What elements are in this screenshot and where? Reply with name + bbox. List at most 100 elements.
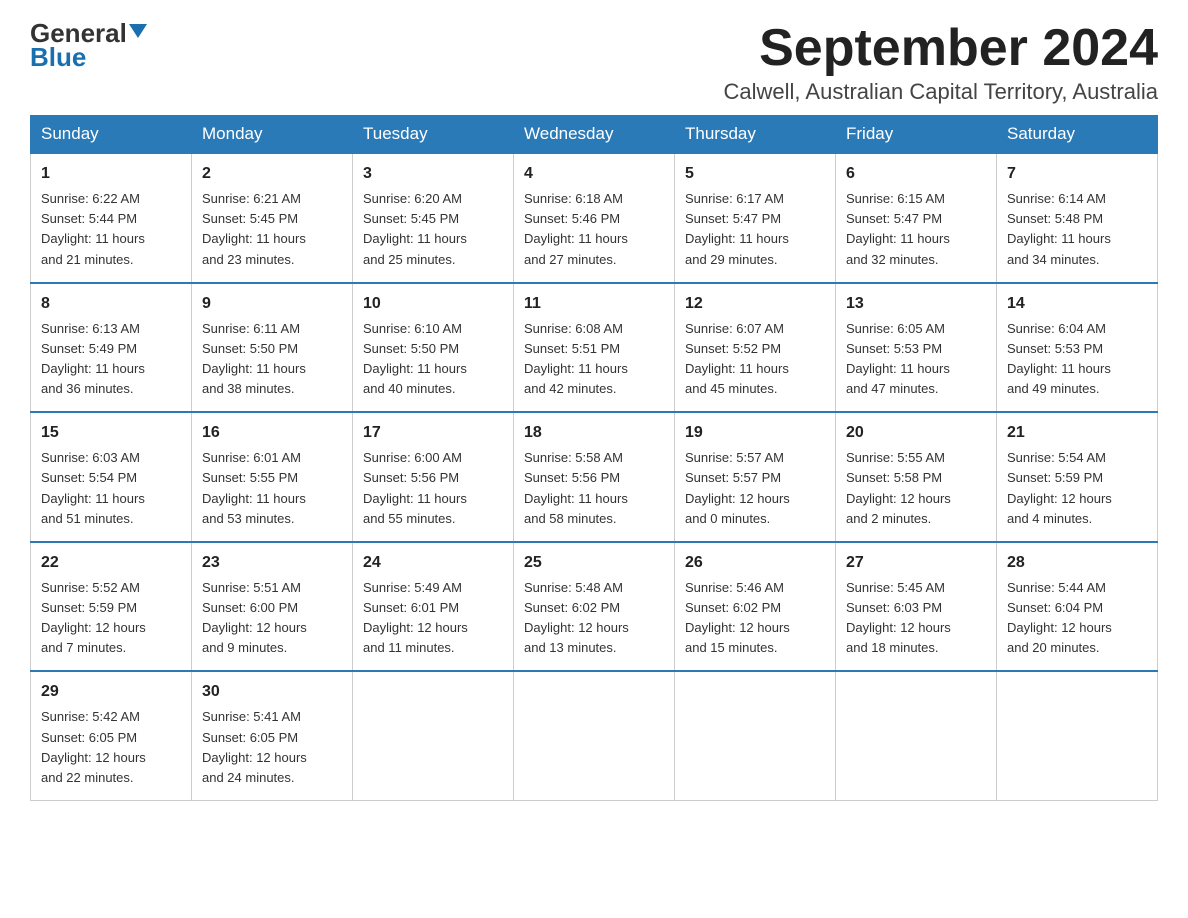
day-info: Sunrise: 6:17 AMSunset: 5:47 PMDaylight:… xyxy=(685,189,825,270)
table-row: 29 Sunrise: 5:42 AMSunset: 6:05 PMDaylig… xyxy=(31,671,192,800)
calendar-week-row: 15 Sunrise: 6:03 AMSunset: 5:54 PMDaylig… xyxy=(31,412,1158,542)
table-row: 17 Sunrise: 6:00 AMSunset: 5:56 PMDaylig… xyxy=(353,412,514,542)
page-subtitle: Calwell, Australian Capital Territory, A… xyxy=(724,79,1158,105)
day-info: Sunrise: 5:44 AMSunset: 6:04 PMDaylight:… xyxy=(1007,578,1147,659)
header-thursday: Thursday xyxy=(675,116,836,154)
day-number: 30 xyxy=(202,680,342,704)
day-number: 26 xyxy=(685,551,825,575)
table-row: 25 Sunrise: 5:48 AMSunset: 6:02 PMDaylig… xyxy=(514,542,675,672)
day-info: Sunrise: 6:05 AMSunset: 5:53 PMDaylight:… xyxy=(846,319,986,400)
table-row: 11 Sunrise: 6:08 AMSunset: 5:51 PMDaylig… xyxy=(514,283,675,413)
table-row: 12 Sunrise: 6:07 AMSunset: 5:52 PMDaylig… xyxy=(675,283,836,413)
day-info: Sunrise: 6:13 AMSunset: 5:49 PMDaylight:… xyxy=(41,319,181,400)
day-info: Sunrise: 5:46 AMSunset: 6:02 PMDaylight:… xyxy=(685,578,825,659)
day-info: Sunrise: 6:11 AMSunset: 5:50 PMDaylight:… xyxy=(202,319,342,400)
day-info: Sunrise: 6:07 AMSunset: 5:52 PMDaylight:… xyxy=(685,319,825,400)
day-info: Sunrise: 6:21 AMSunset: 5:45 PMDaylight:… xyxy=(202,189,342,270)
page-title: September 2024 xyxy=(724,20,1158,77)
day-number: 25 xyxy=(524,551,664,575)
day-info: Sunrise: 6:04 AMSunset: 5:53 PMDaylight:… xyxy=(1007,319,1147,400)
table-row: 13 Sunrise: 6:05 AMSunset: 5:53 PMDaylig… xyxy=(836,283,997,413)
day-number: 1 xyxy=(41,162,181,186)
table-row xyxy=(675,671,836,800)
table-row: 20 Sunrise: 5:55 AMSunset: 5:58 PMDaylig… xyxy=(836,412,997,542)
day-info: Sunrise: 6:15 AMSunset: 5:47 PMDaylight:… xyxy=(846,189,986,270)
table-row: 14 Sunrise: 6:04 AMSunset: 5:53 PMDaylig… xyxy=(997,283,1158,413)
day-number: 27 xyxy=(846,551,986,575)
day-number: 8 xyxy=(41,292,181,316)
day-number: 6 xyxy=(846,162,986,186)
day-info: Sunrise: 6:10 AMSunset: 5:50 PMDaylight:… xyxy=(363,319,503,400)
table-row xyxy=(836,671,997,800)
day-info: Sunrise: 5:55 AMSunset: 5:58 PMDaylight:… xyxy=(846,448,986,529)
table-row: 1 Sunrise: 6:22 AMSunset: 5:44 PMDayligh… xyxy=(31,153,192,283)
table-row: 22 Sunrise: 5:52 AMSunset: 5:59 PMDaylig… xyxy=(31,542,192,672)
title-area: September 2024 Calwell, Australian Capit… xyxy=(724,20,1158,105)
day-number: 18 xyxy=(524,421,664,445)
day-number: 12 xyxy=(685,292,825,316)
day-number: 22 xyxy=(41,551,181,575)
day-number: 5 xyxy=(685,162,825,186)
header-monday: Monday xyxy=(192,116,353,154)
table-row: 21 Sunrise: 5:54 AMSunset: 5:59 PMDaylig… xyxy=(997,412,1158,542)
table-row: 5 Sunrise: 6:17 AMSunset: 5:47 PMDayligh… xyxy=(675,153,836,283)
day-info: Sunrise: 6:22 AMSunset: 5:44 PMDaylight:… xyxy=(41,189,181,270)
day-number: 11 xyxy=(524,292,664,316)
table-row: 10 Sunrise: 6:10 AMSunset: 5:50 PMDaylig… xyxy=(353,283,514,413)
day-info: Sunrise: 6:03 AMSunset: 5:54 PMDaylight:… xyxy=(41,448,181,529)
day-info: Sunrise: 5:45 AMSunset: 6:03 PMDaylight:… xyxy=(846,578,986,659)
day-info: Sunrise: 5:49 AMSunset: 6:01 PMDaylight:… xyxy=(363,578,503,659)
table-row: 27 Sunrise: 5:45 AMSunset: 6:03 PMDaylig… xyxy=(836,542,997,672)
day-number: 13 xyxy=(846,292,986,316)
day-number: 3 xyxy=(363,162,503,186)
day-info: Sunrise: 6:00 AMSunset: 5:56 PMDaylight:… xyxy=(363,448,503,529)
table-row xyxy=(514,671,675,800)
day-info: Sunrise: 5:57 AMSunset: 5:57 PMDaylight:… xyxy=(685,448,825,529)
table-row: 3 Sunrise: 6:20 AMSunset: 5:45 PMDayligh… xyxy=(353,153,514,283)
day-number: 20 xyxy=(846,421,986,445)
header-sunday: Sunday xyxy=(31,116,192,154)
table-row: 9 Sunrise: 6:11 AMSunset: 5:50 PMDayligh… xyxy=(192,283,353,413)
table-row: 8 Sunrise: 6:13 AMSunset: 5:49 PMDayligh… xyxy=(31,283,192,413)
logo-triangle-icon xyxy=(129,24,147,38)
day-info: Sunrise: 6:18 AMSunset: 5:46 PMDaylight:… xyxy=(524,189,664,270)
day-info: Sunrise: 6:20 AMSunset: 5:45 PMDaylight:… xyxy=(363,189,503,270)
day-number: 19 xyxy=(685,421,825,445)
calendar-week-row: 1 Sunrise: 6:22 AMSunset: 5:44 PMDayligh… xyxy=(31,153,1158,283)
day-number: 14 xyxy=(1007,292,1147,316)
table-row: 7 Sunrise: 6:14 AMSunset: 5:48 PMDayligh… xyxy=(997,153,1158,283)
page-header: General Blue September 2024 Calwell, Aus… xyxy=(30,20,1158,105)
day-info: Sunrise: 5:54 AMSunset: 5:59 PMDaylight:… xyxy=(1007,448,1147,529)
table-row: 24 Sunrise: 5:49 AMSunset: 6:01 PMDaylig… xyxy=(353,542,514,672)
day-number: 10 xyxy=(363,292,503,316)
table-row: 23 Sunrise: 5:51 AMSunset: 6:00 PMDaylig… xyxy=(192,542,353,672)
day-info: Sunrise: 5:52 AMSunset: 5:59 PMDaylight:… xyxy=(41,578,181,659)
calendar-week-row: 29 Sunrise: 5:42 AMSunset: 6:05 PMDaylig… xyxy=(31,671,1158,800)
day-number: 9 xyxy=(202,292,342,316)
table-row: 6 Sunrise: 6:15 AMSunset: 5:47 PMDayligh… xyxy=(836,153,997,283)
day-info: Sunrise: 5:42 AMSunset: 6:05 PMDaylight:… xyxy=(41,707,181,788)
table-row: 16 Sunrise: 6:01 AMSunset: 5:55 PMDaylig… xyxy=(192,412,353,542)
day-number: 28 xyxy=(1007,551,1147,575)
table-row: 18 Sunrise: 5:58 AMSunset: 5:56 PMDaylig… xyxy=(514,412,675,542)
day-number: 15 xyxy=(41,421,181,445)
table-row: 19 Sunrise: 5:57 AMSunset: 5:57 PMDaylig… xyxy=(675,412,836,542)
day-number: 16 xyxy=(202,421,342,445)
day-number: 17 xyxy=(363,421,503,445)
header-friday: Friday xyxy=(836,116,997,154)
table-row: 4 Sunrise: 6:18 AMSunset: 5:46 PMDayligh… xyxy=(514,153,675,283)
day-info: Sunrise: 6:08 AMSunset: 5:51 PMDaylight:… xyxy=(524,319,664,400)
calendar-week-row: 8 Sunrise: 6:13 AMSunset: 5:49 PMDayligh… xyxy=(31,283,1158,413)
day-info: Sunrise: 6:14 AMSunset: 5:48 PMDaylight:… xyxy=(1007,189,1147,270)
day-info: Sunrise: 5:58 AMSunset: 5:56 PMDaylight:… xyxy=(524,448,664,529)
day-number: 7 xyxy=(1007,162,1147,186)
calendar-table: Sunday Monday Tuesday Wednesday Thursday… xyxy=(30,115,1158,801)
logo: General Blue xyxy=(30,20,147,73)
day-number: 21 xyxy=(1007,421,1147,445)
calendar-week-row: 22 Sunrise: 5:52 AMSunset: 5:59 PMDaylig… xyxy=(31,542,1158,672)
table-row: 30 Sunrise: 5:41 AMSunset: 6:05 PMDaylig… xyxy=(192,671,353,800)
day-info: Sunrise: 5:51 AMSunset: 6:00 PMDaylight:… xyxy=(202,578,342,659)
day-info: Sunrise: 6:01 AMSunset: 5:55 PMDaylight:… xyxy=(202,448,342,529)
table-row: 2 Sunrise: 6:21 AMSunset: 5:45 PMDayligh… xyxy=(192,153,353,283)
calendar-header-row: Sunday Monday Tuesday Wednesday Thursday… xyxy=(31,116,1158,154)
